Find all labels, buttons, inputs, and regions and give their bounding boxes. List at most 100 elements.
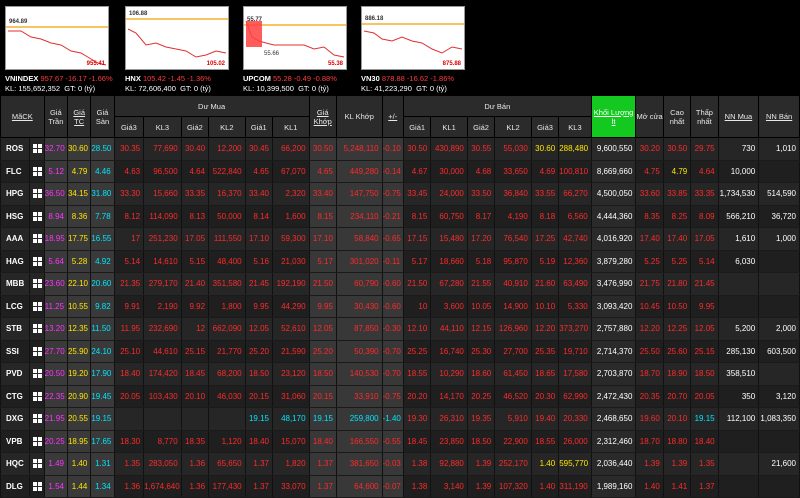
cell-low: 29.75 (690, 137, 719, 161)
grid-icon[interactable] (32, 256, 42, 266)
grid-icon[interactable] (32, 436, 42, 446)
grid-icon[interactable] (32, 301, 42, 311)
cell-bid3-vol: 114,090 (143, 205, 182, 228)
cell-ask2-vol: 61,450 (494, 362, 532, 386)
cell-ref: 18.95 (66, 430, 92, 453)
symbol-code[interactable]: FLC (0, 160, 31, 183)
grid-icon[interactable] (32, 369, 42, 379)
grid-icon[interactable] (32, 324, 42, 334)
table-row[interactable]: MBB 23.60 22.10 20.60 21.35 279,170 21.40 351,5… (0, 272, 800, 296)
header-gia-tc[interactable]: Giá TC (66, 95, 92, 138)
detail-cell[interactable] (29, 362, 45, 386)
detail-cell[interactable] (29, 227, 45, 251)
cell-open: 20.35 (635, 385, 664, 408)
header-nn-mua[interactable]: NN Mua (717, 95, 760, 138)
cell-bid3-vol: 174,420 (143, 362, 182, 386)
cell-change: -0.10 (381, 137, 404, 161)
symbol-code[interactable]: SSI (0, 340, 31, 363)
cell-ask1-vol: 92,880 (430, 452, 468, 476)
table-row[interactable]: PVD 20.50 19.20 17.90 18.40 174,420 18.45 68,20… (0, 362, 800, 386)
symbol-code[interactable]: LCG (0, 295, 31, 318)
cell-ask1-vol: 30,000 (430, 160, 468, 183)
detail-cell[interactable] (29, 430, 45, 453)
cell-high: 1.39 (662, 452, 692, 476)
grid-icon[interactable] (32, 166, 42, 176)
detail-cell[interactable] (29, 137, 45, 161)
grid-icon[interactable] (32, 459, 42, 469)
grid-icon[interactable] (32, 211, 42, 221)
cell-ask2-vol: 126,960 (494, 317, 532, 341)
cell-bid1-vol: 59,300 (272, 227, 310, 251)
detail-cell[interactable] (29, 475, 45, 498)
cell-low: 20.05 (690, 385, 719, 408)
index-name: UPCOM (243, 74, 271, 83)
symbol-code[interactable]: HAG (0, 250, 31, 273)
header-gia-khop[interactable]: Giá Khớp (308, 95, 337, 138)
cell-foreign-buy (717, 295, 760, 318)
cell-bid1-vol: 21,590 (272, 340, 310, 363)
symbol-code[interactable]: DLG (0, 475, 31, 498)
detail-cell[interactable] (29, 182, 45, 206)
detail-cell[interactable] (29, 385, 45, 408)
detail-cell[interactable] (29, 272, 45, 296)
detail-cell[interactable] (29, 295, 45, 318)
table-row[interactable]: VPB 20.25 18.95 17.65 18.30 8,770 18.35 1,120 18… (0, 430, 800, 453)
table-row[interactable]: DXG 21.95 20.55 19.15 19.15 48,170 19.15 259,80… (0, 407, 800, 431)
symbol-code[interactable]: HPG (0, 182, 31, 206)
cell-bid1-vol: 67,070 (272, 160, 310, 183)
grid-icon[interactable] (32, 279, 42, 289)
grid-icon[interactable] (32, 391, 42, 401)
table-row[interactable]: FLC 5.12 4.79 4.46 4.63 96,500 4.64 522,840 4.65… (0, 160, 800, 183)
detail-cell[interactable] (29, 205, 45, 228)
symbol-code[interactable]: ROS (0, 137, 31, 161)
table-row[interactable]: HQC 1.49 1.40 1.31 1.35 283,050 1.36 65,650 1.37… (0, 452, 800, 476)
table-row[interactable]: SSI 27.70 25.90 24.10 25.10 44,610 25.15 21,770… (0, 340, 800, 363)
symbol-code[interactable]: VPB (0, 430, 31, 453)
cell-open: 25.50 (635, 340, 664, 363)
symbol-code[interactable]: AAA (0, 227, 31, 251)
detail-cell[interactable] (29, 317, 45, 341)
cell-ref: 20.90 (66, 385, 92, 408)
table-row[interactable]: CTG 22.35 20.90 19.45 20.05 103,430 20.10 46,03… (0, 385, 800, 408)
table-row[interactable]: ROS 32.70 30.60 28.50 30.35 77,690 30.40 12,200… (0, 137, 800, 161)
detail-cell[interactable] (29, 250, 45, 273)
symbol-code[interactable]: CTG (0, 385, 31, 408)
symbol-code[interactable]: HSG (0, 205, 31, 228)
cell-bid1-price: 18.50 (244, 362, 274, 386)
symbol-code[interactable]: MBB (0, 272, 31, 296)
cell-ask1-price: 18.55 (402, 362, 432, 386)
grid-icon[interactable] (32, 414, 42, 424)
grid-icon[interactable] (32, 189, 42, 199)
table-row[interactable]: HAG 5.64 5.28 4.92 5.14 14,610 5.15 48,400 5.16 2… (0, 250, 800, 273)
detail-cell[interactable] (29, 340, 45, 363)
symbol-code[interactable]: HQC (0, 452, 31, 476)
table-row[interactable]: HPG 36.50 34.15 31.80 33.30 15,660 33.35 16,370… (0, 182, 800, 206)
symbol-code[interactable]: STB (0, 317, 31, 341)
cell-total-vol: 3,879,280 (590, 250, 637, 273)
detail-cell[interactable] (29, 160, 45, 183)
grid-icon[interactable] (32, 144, 42, 154)
detail-cell[interactable] (29, 452, 45, 476)
cell-bid3-vol: 2,190 (143, 295, 182, 318)
header-change[interactable]: +/- (381, 95, 404, 138)
cell-low: 12.05 (690, 317, 719, 341)
cell-ask3-vol: 288,480 (558, 137, 592, 161)
index-vn30[interactable]: 886.18 875.88 VN30 878.88 -16.62 -1.86% KL:… (358, 0, 558, 95)
table-row[interactable]: HSG 8.94 8.36 7.78 8.12 114,090 8.13 50,000 8.14… (0, 205, 800, 228)
header-khoi-luong[interactable]: Khối Lượng lt (590, 95, 637, 138)
symbol-code[interactable]: PVD (0, 362, 31, 386)
header-mack[interactable]: MãCK (0, 95, 45, 138)
cell-ask1-price: 5.17 (402, 250, 432, 273)
symbol-code[interactable]: DXG (0, 407, 31, 431)
cell-ask3-price: 17.25 (530, 227, 560, 251)
grid-icon[interactable] (32, 234, 42, 244)
table-row[interactable]: AAA 18.95 17.75 16.55 17 251,230 17.05 111,550 1… (0, 227, 800, 251)
table-row[interactable]: LCG 11.25 10.55 9.82 9.91 2,190 9.92 1,800 9.95 4… (0, 295, 800, 318)
grid-icon[interactable] (32, 481, 42, 491)
index-value: 878.88 (381, 74, 405, 83)
grid-icon[interactable] (32, 346, 42, 356)
table-row[interactable]: DLG 1.54 1.44 1.34 1.36 1,674,640 1.36 177,430 1… (0, 475, 800, 498)
table-row[interactable]: STB 13.20 12.35 11.50 11.95 232,690 12 662,090 1… (0, 317, 800, 341)
detail-cell[interactable] (29, 407, 45, 431)
header-nn-ban[interactable]: NN Bán (758, 95, 800, 138)
